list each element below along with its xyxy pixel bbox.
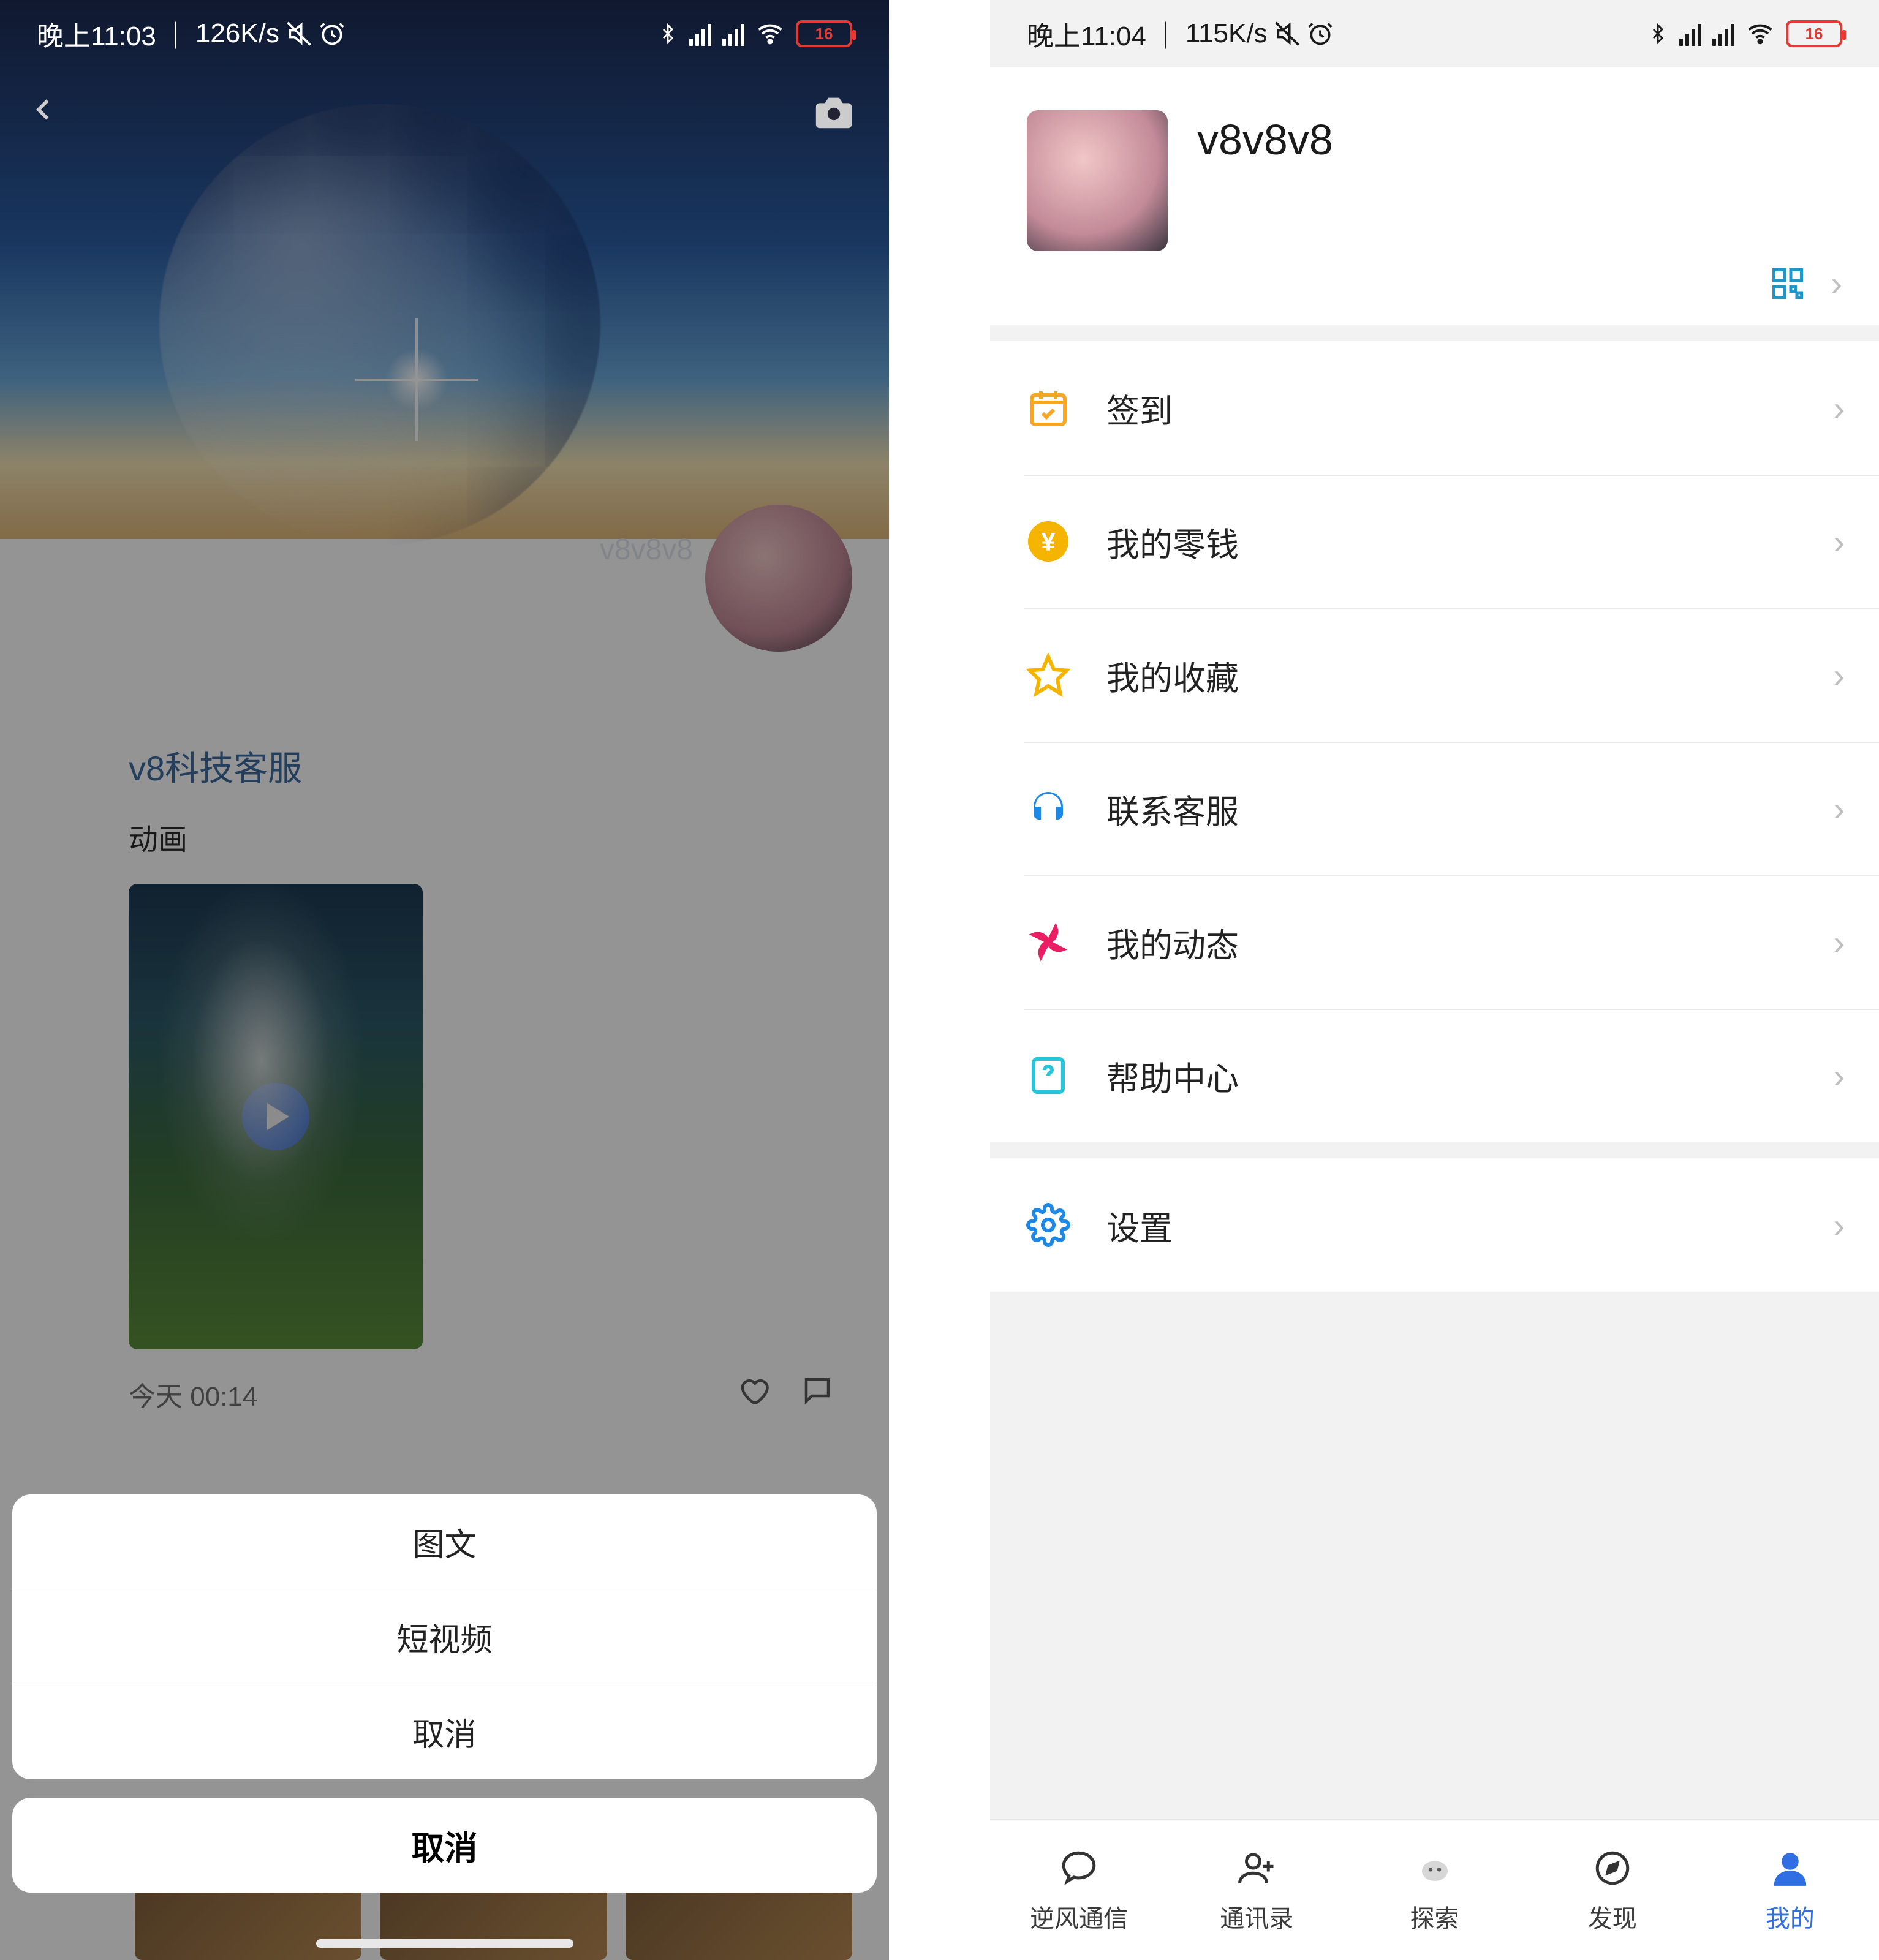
menu-help[interactable]: 帮助中心 › xyxy=(990,1009,1879,1142)
tab-bar: 逆风通信 通讯录 探索 发现 我的 xyxy=(990,1819,1879,1960)
tab-explore[interactable]: 探索 xyxy=(1345,1820,1523,1960)
wifi-icon xyxy=(755,20,785,47)
sheet-option-short-video[interactable]: 短视频 xyxy=(12,1589,877,1684)
signal-icon-1 xyxy=(1679,21,1701,46)
user-plus-icon xyxy=(1234,1846,1279,1890)
chevron-right-icon: › xyxy=(1831,263,1842,303)
mute-icon xyxy=(285,20,312,47)
battery-icon: 16 xyxy=(796,20,852,47)
menu-support[interactable]: 联系客服 › xyxy=(990,742,1879,875)
gear-icon xyxy=(1024,1201,1072,1249)
status-time: 晚上11:04 xyxy=(1027,14,1146,53)
pinwheel-icon xyxy=(1024,918,1072,966)
signal-icon-1 xyxy=(689,21,711,46)
menu-moments[interactable]: 我的动态 › xyxy=(990,875,1879,1009)
status-time: 晚上11:03 xyxy=(37,14,156,53)
star-icon xyxy=(1024,651,1072,699)
sheet-cancel-button[interactable]: 取消 xyxy=(12,1798,877,1893)
person-icon xyxy=(1768,1846,1812,1890)
signal-icon-2 xyxy=(722,21,744,46)
calendar-check-icon xyxy=(1024,384,1072,432)
chevron-right-icon: › xyxy=(1833,922,1845,962)
chevron-right-icon: › xyxy=(1833,522,1845,562)
bluetooth-icon xyxy=(1647,20,1668,47)
menu-settings[interactable]: 设置 › xyxy=(990,1158,1879,1292)
chevron-right-icon: › xyxy=(1833,388,1845,428)
action-sheet: 图文 短视频 取消 取消 xyxy=(12,1494,877,1893)
coin-yen-icon: ¥ xyxy=(1024,518,1072,565)
camera-button[interactable] xyxy=(809,91,858,137)
chevron-right-icon: › xyxy=(1833,789,1845,829)
status-bar: 晚上11:03 ｜ 126K/s 16 xyxy=(0,0,889,67)
menu-checkin[interactable]: 签到 › xyxy=(990,341,1879,475)
menu-wallet[interactable]: ¥ 我的零钱 › xyxy=(990,475,1879,608)
tab-chat[interactable]: 逆风通信 xyxy=(990,1820,1168,1960)
mine-screen: 晚上11:04 ｜ 115K/s 16 v8v8v8 › xyxy=(990,0,1879,1960)
sheet-option-image-text[interactable]: 图文 xyxy=(12,1494,877,1589)
back-button[interactable] xyxy=(31,89,58,138)
status-net: 115K/s xyxy=(1185,18,1268,49)
chevron-right-icon: › xyxy=(1833,1205,1845,1245)
tab-discover[interactable]: 发现 xyxy=(1524,1820,1701,1960)
mute-icon xyxy=(1274,20,1301,47)
alarm-icon xyxy=(319,20,346,47)
moments-screen: 晚上11:03 ｜ 126K/s 16 v8v8v8 v8科技客服 xyxy=(0,0,889,1960)
status-net: 126K/s xyxy=(195,18,279,49)
alarm-icon xyxy=(1307,20,1334,47)
chevron-right-icon: › xyxy=(1833,655,1845,695)
speech-bubble-icon xyxy=(1057,1846,1101,1890)
tab-mine[interactable]: 我的 xyxy=(1701,1820,1879,1960)
sheet-option-cancel[interactable]: 取消 xyxy=(12,1684,877,1779)
menu-favorites[interactable]: 我的收藏 › xyxy=(990,608,1879,742)
profile-avatar[interactable] xyxy=(1027,110,1168,251)
robot-icon xyxy=(1413,1846,1457,1890)
signal-icon-2 xyxy=(1712,21,1734,46)
wifi-icon xyxy=(1745,20,1775,47)
profile-header[interactable]: v8v8v8 › xyxy=(990,67,1879,325)
status-bar: 晚上11:04 ｜ 115K/s 16 xyxy=(990,0,1879,67)
profile-name: v8v8v8 xyxy=(1197,115,1333,164)
compass-icon xyxy=(1590,1846,1635,1890)
chevron-right-icon: › xyxy=(1833,1056,1845,1096)
headset-icon xyxy=(1024,785,1072,832)
bluetooth-icon xyxy=(657,20,678,47)
battery-icon: 16 xyxy=(1786,20,1842,47)
svg-text:¥: ¥ xyxy=(1041,527,1056,556)
help-book-icon xyxy=(1024,1052,1072,1099)
home-indicator xyxy=(316,1939,573,1948)
qrcode-icon[interactable] xyxy=(1769,265,1806,302)
tab-contacts[interactable]: 通讯录 xyxy=(1168,1820,1345,1960)
